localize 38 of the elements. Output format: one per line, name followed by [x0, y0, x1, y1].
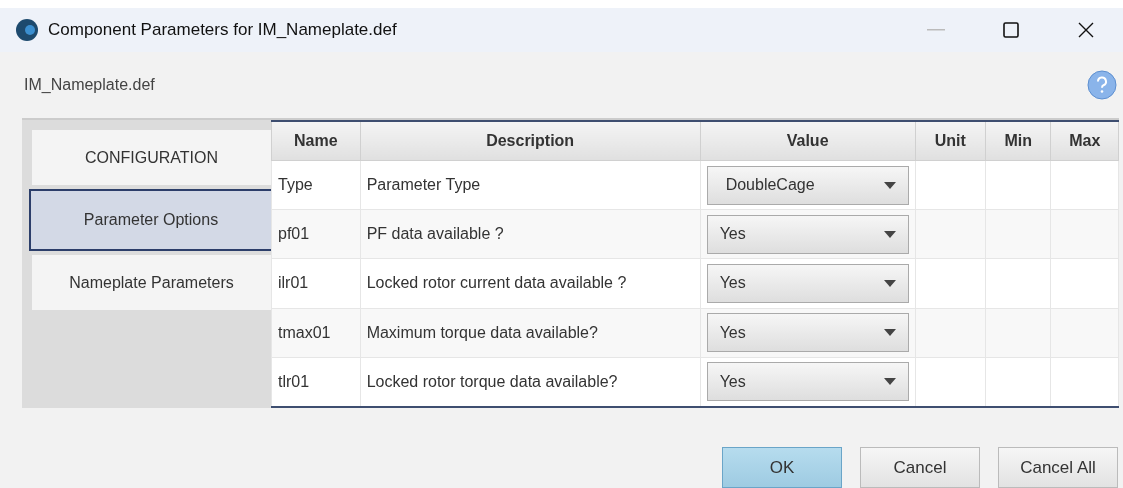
caret-icon	[883, 329, 896, 337]
table-cell: pf01	[271, 209, 361, 259]
help-icon[interactable]	[1087, 70, 1117, 100]
side-tab[interactable]: Nameplate Parameters	[32, 255, 271, 310]
dialog-button[interactable]: OK	[722, 447, 842, 488]
column-header[interactable]: Min	[985, 121, 1051, 161]
table-cell: ilr01	[271, 258, 361, 308]
table-cell: PF data available ?	[360, 209, 701, 259]
table-cell: tmax01	[271, 308, 361, 358]
caret-icon	[883, 279, 896, 287]
window-title: Component Parameters for IM_Nameplate.def	[48, 20, 398, 40]
minimize-icon	[926, 29, 945, 31]
caret-icon	[883, 230, 896, 238]
column-header[interactable]: Description	[360, 121, 701, 161]
app-logo-icon	[16, 19, 38, 41]
table-cell: tlr01	[271, 357, 361, 407]
table-cell: Parameter Type	[360, 160, 701, 210]
value-dropdown[interactable]: Yes	[706, 313, 909, 353]
table-cell: Maximum torque data available?	[360, 308, 701, 358]
value-dropdown[interactable]: Yes	[706, 263, 909, 303]
table-cell: Type	[271, 160, 361, 210]
column-header[interactable]: Max	[1051, 121, 1119, 161]
side-tab[interactable]: Parameter Options	[29, 189, 271, 251]
table-cell: Locked rotor current data available ?	[360, 258, 701, 308]
dialog-button[interactable]: Cancel All	[998, 447, 1118, 488]
value-dropdown[interactable]: Yes	[706, 214, 909, 254]
column-header[interactable]: Name	[271, 121, 361, 161]
close-icon	[1077, 22, 1094, 38]
column-header[interactable]: Value	[700, 121, 916, 161]
caret-icon	[883, 378, 896, 386]
dialog-button[interactable]: Cancel	[860, 447, 980, 488]
side-tab[interactable]: CONFIGURATION	[32, 130, 271, 185]
file-name: IM_Nameplate.def	[24, 76, 156, 94]
caret-icon	[883, 181, 896, 189]
value-dropdown[interactable]: Yes	[706, 362, 909, 402]
maximize-icon	[1002, 22, 1019, 38]
value-dropdown[interactable]: DoubleCage	[706, 165, 909, 205]
column-header[interactable]: Unit	[915, 121, 986, 161]
